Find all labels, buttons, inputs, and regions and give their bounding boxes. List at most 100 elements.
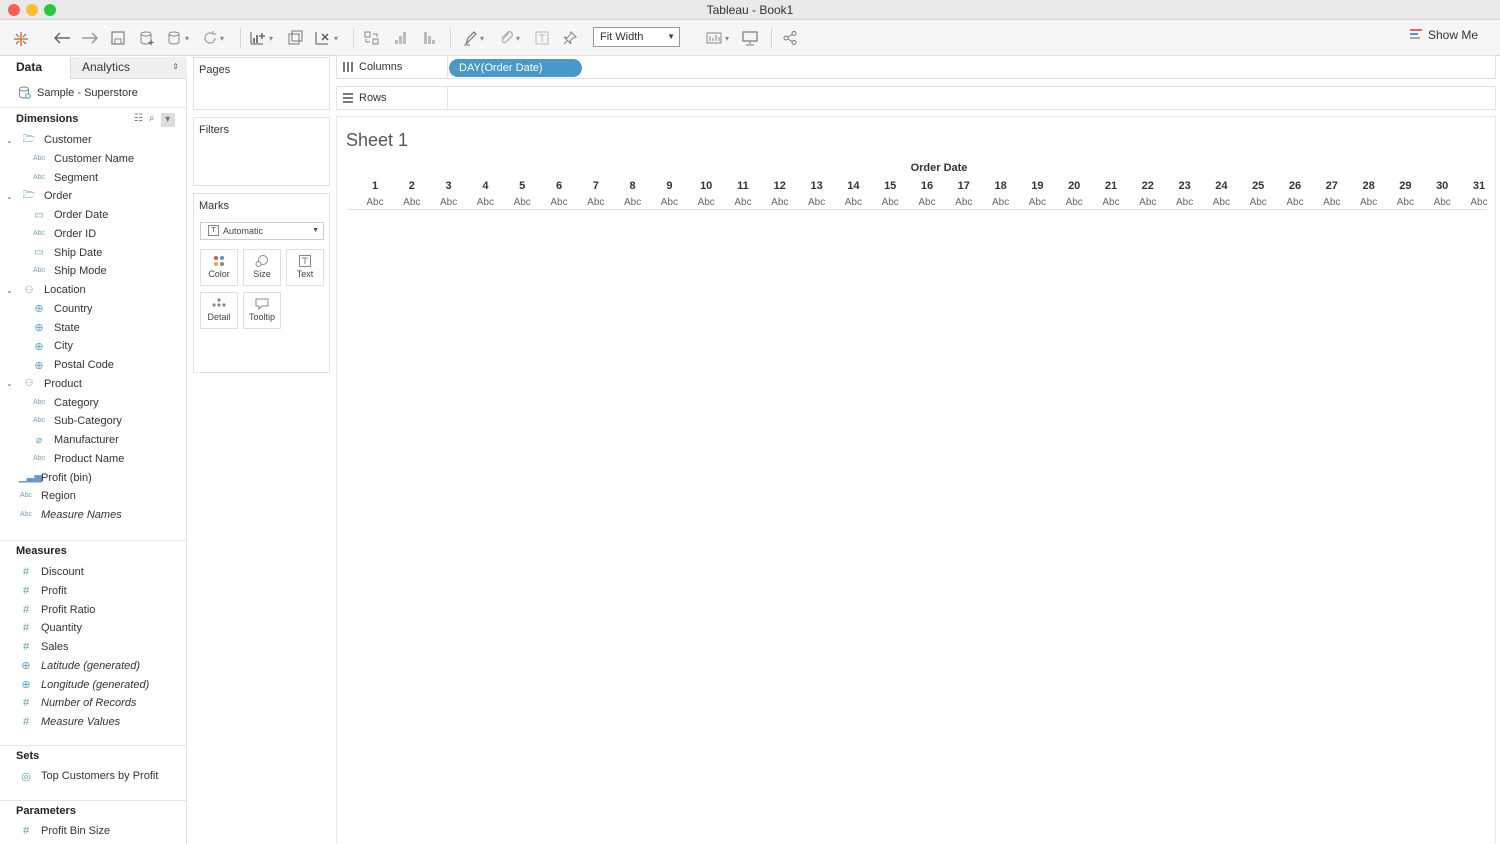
order-date-header[interactable]: Order Date [889, 162, 989, 174]
sheet-title[interactable]: Sheet 1 [346, 130, 408, 151]
sort-ascending-icon[interactable] [392, 26, 410, 50]
close-window-button[interactable] [8, 4, 20, 16]
view-as-list-icon[interactable]: ☷ [134, 113, 143, 127]
filters-card[interactable]: Filters [193, 117, 330, 186]
day-column-header[interactable]: 15 Abc [872, 178, 908, 212]
dimensions-menu-icon[interactable]: ▾ [160, 113, 175, 127]
day-column-header[interactable]: 26 Abc [1277, 178, 1313, 212]
dimension-field[interactable]: Abc Customer Name [32, 150, 134, 168]
dimension-field[interactable]: Abc Product Name [32, 450, 124, 468]
undo-icon[interactable] [52, 26, 72, 50]
group-members-icon[interactable]: ▾ [498, 26, 520, 50]
measure-field[interactable]: ⊕ Latitude (generated) [19, 657, 140, 675]
measure-field[interactable]: ⊕ Longitude (generated) [19, 676, 149, 694]
set-field[interactable]: ◎ Top Customers by Profit [19, 767, 158, 785]
pause-updates-icon[interactable]: ▾ [167, 26, 189, 50]
dimension-field[interactable]: ⌄ ⚇ Product [6, 375, 82, 393]
day-column-header[interactable]: 25 Abc [1240, 178, 1276, 212]
tab-data[interactable]: Data [0, 57, 70, 79]
day-column-header[interactable]: 30 Abc [1424, 178, 1460, 212]
day-column-header[interactable]: 12 Abc [762, 178, 798, 212]
new-datasource-icon[interactable] [139, 26, 155, 50]
day-column-header[interactable]: 16 Abc [909, 178, 945, 212]
mark-type-select[interactable]: T Automatic ▼ [200, 222, 324, 240]
day-column-header[interactable]: 8 Abc [615, 178, 651, 212]
sort-descending-icon[interactable] [421, 26, 439, 50]
dimension-field[interactable]: Abc Segment [32, 169, 98, 187]
day-column-header[interactable]: 17 Abc [946, 178, 982, 212]
search-icon[interactable]: ⌕ [149, 113, 155, 127]
pages-card[interactable]: Pages [193, 57, 330, 110]
measure-field[interactable]: # Discount [19, 563, 84, 581]
tab-analytics[interactable]: Analytics ⇕ [70, 57, 187, 79]
dimension-field[interactable]: Abc Ship Mode [32, 262, 107, 280]
dimension-field[interactable]: ⊕ State [32, 319, 79, 337]
day-column-header[interactable]: 31 Abc [1461, 178, 1497, 212]
chevron-down-icon[interactable]: ⌄ [6, 286, 16, 295]
dimension-field[interactable]: ▁▃▅ Profit (bin) [19, 469, 92, 487]
fit-width-select[interactable]: Fit Width ▼ [593, 27, 680, 47]
fix-axes-pin-icon[interactable] [562, 26, 578, 50]
chevron-down-icon[interactable]: ⌄ [6, 192, 16, 201]
dimension-field[interactable]: ⌄ 🗁 Customer [6, 131, 92, 149]
day-column-header[interactable]: 4 Abc [467, 178, 503, 212]
dimension-field[interactable]: Abc Order ID [32, 225, 96, 243]
dimension-field[interactable]: ⊕ City [32, 337, 73, 355]
day-column-header[interactable]: 5 Abc [504, 178, 540, 212]
day-column-header[interactable]: 18 Abc [983, 178, 1019, 212]
zoom-window-button[interactable] [44, 4, 56, 16]
measure-field[interactable]: # Profit Ratio [19, 601, 95, 619]
clear-sheet-icon[interactable]: ▾ [314, 26, 338, 50]
measure-field[interactable]: # Quantity [19, 619, 82, 637]
day-column-header[interactable]: 22 Abc [1130, 178, 1166, 212]
day-column-header[interactable]: 19 Abc [1019, 178, 1055, 212]
chevron-down-icon[interactable]: ⌄ [6, 379, 16, 388]
duplicate-sheet-icon[interactable] [287, 26, 305, 50]
day-column-header[interactable]: 9 Abc [651, 178, 687, 212]
highlight-icon[interactable]: ▾ [462, 26, 484, 50]
day-column-header[interactable]: 27 Abc [1314, 178, 1350, 212]
day-column-header[interactable]: 29 Abc [1387, 178, 1423, 212]
day-column-header[interactable]: 28 Abc [1351, 178, 1387, 212]
measure-field[interactable]: # Measure Values [19, 713, 120, 731]
new-worksheet-icon[interactable]: ▾ [249, 26, 273, 50]
dimension-field[interactable]: Abc Measure Names [19, 506, 122, 524]
presentation-mode-icon[interactable] [741, 26, 759, 50]
day-column-header[interactable]: 3 Abc [431, 178, 467, 212]
color-button[interactable]: Color [200, 249, 238, 286]
minimize-window-button[interactable] [26, 4, 38, 16]
day-column-header[interactable]: 10 Abc [688, 178, 724, 212]
show-cards-icon[interactable]: ▾ [705, 26, 729, 50]
redo-icon[interactable] [80, 26, 100, 50]
day-column-header[interactable]: 7 Abc [578, 178, 614, 212]
dimension-field[interactable]: ⌄ ⚇ Location [6, 281, 86, 299]
tooltip-button[interactable]: Tooltip [243, 292, 281, 329]
dimension-field[interactable]: ⌀ Manufacturer [32, 431, 119, 449]
dimension-field[interactable]: ⊕ Postal Code [32, 356, 114, 374]
dimension-field[interactable]: ▭ Ship Date [32, 244, 102, 262]
view-canvas[interactable]: Sheet 1 Order Date 1 Abc 2 Abc 3 Abc 4 Abc 5 Abc 6… [336, 116, 1496, 844]
size-button[interactable]: Size [243, 249, 281, 286]
text-button[interactable]: Text [286, 249, 324, 286]
datasource-item[interactable]: Sample - Superstore [18, 86, 138, 99]
day-column-header[interactable]: 13 Abc [799, 178, 835, 212]
day-column-header[interactable]: 21 Abc [1093, 178, 1129, 212]
save-icon[interactable] [110, 26, 126, 50]
day-column-header[interactable]: 20 Abc [1056, 178, 1092, 212]
dimension-field[interactable]: Abc Sub-Category [32, 412, 122, 430]
dimension-field[interactable]: Abc Region [19, 487, 76, 505]
day-column-header[interactable]: 6 Abc [541, 178, 577, 212]
dimension-field[interactable]: Abc Category [32, 394, 99, 412]
day-column-header[interactable]: 24 Abc [1203, 178, 1239, 212]
show-me-button[interactable]: Show Me [1410, 28, 1478, 42]
detail-button[interactable]: Detail [200, 292, 238, 329]
dimension-field[interactable]: ⊕ Country [32, 300, 92, 318]
show-mark-labels-icon[interactable] [534, 26, 550, 50]
measure-field[interactable]: # Profit [19, 582, 67, 600]
share-icon[interactable] [782, 26, 798, 50]
day-column-header[interactable]: 23 Abc [1167, 178, 1203, 212]
swap-rows-columns-icon[interactable] [363, 26, 381, 50]
dimension-field[interactable]: ⌄ 🗁 Order [6, 187, 72, 205]
day-column-header[interactable]: 2 Abc [394, 178, 430, 212]
measure-field[interactable]: # Sales [19, 638, 69, 656]
